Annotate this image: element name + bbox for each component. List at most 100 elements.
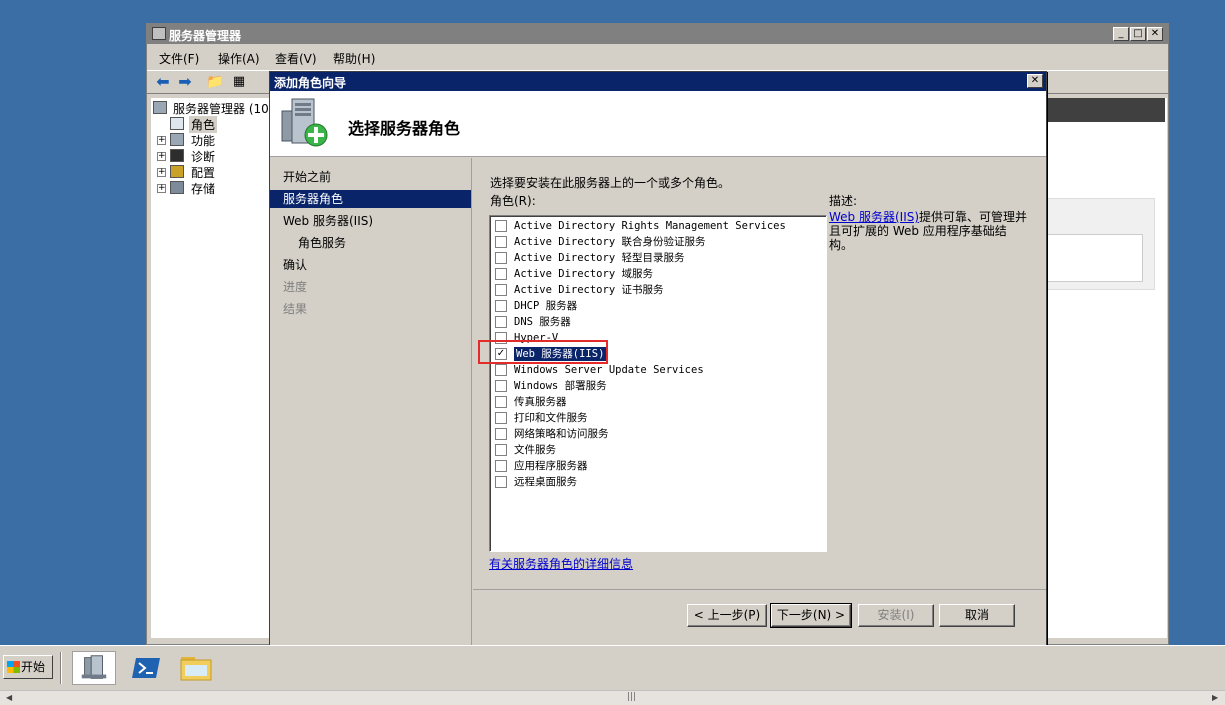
scroll-grip-icon[interactable]: ||| xyxy=(627,692,636,702)
role-checkbox[interactable] xyxy=(495,300,507,312)
highlight-annotation xyxy=(478,340,608,364)
server-manager-icon xyxy=(152,27,166,40)
description-body: Web 服务器(IIS)提供可靠、可管理并且可扩展的 Web 应用程序基础结构。 xyxy=(829,210,1029,252)
tree-item-storage[interactable]: + 存储 xyxy=(153,180,271,196)
expand-icon[interactable]: + xyxy=(157,184,166,193)
step-confirmation[interactable]: 确认 xyxy=(270,256,471,274)
server-roles-icon xyxy=(281,98,328,147)
show-hide-tree-icon[interactable]: ▦ xyxy=(229,74,249,92)
menu-help[interactable]: 帮助(H) xyxy=(333,50,375,67)
tree-item-diagnostics[interactable]: + 诊断 xyxy=(153,148,271,164)
menu-file[interactable]: 文件(F) xyxy=(159,50,199,67)
minimize-button[interactable]: _ xyxy=(1113,27,1129,41)
role-label: Windows 部署服务 xyxy=(514,380,607,392)
role-label: Active Directory 轻型目录服务 xyxy=(514,252,685,264)
wizard-header: 选择服务器角色 xyxy=(270,91,1046,157)
role-checkbox[interactable] xyxy=(495,380,507,392)
role-label: 远程桌面服务 xyxy=(514,476,577,488)
role-checkbox[interactable] xyxy=(495,476,507,488)
powershell-icon[interactable] xyxy=(124,651,168,685)
role-checkbox[interactable] xyxy=(495,364,507,376)
up-folder-icon[interactable]: 📁 xyxy=(205,74,225,92)
explorer-folder-icon[interactable] xyxy=(174,651,218,685)
wizard-footer: < 上一步(P) 下一步(N) > 安装(I) 取消 xyxy=(473,589,1046,646)
add-roles-wizard-dialog: 添加角色向导 ✕ 选择服务器角色 开始之前 服务器角色 Web 服务器(IIS)… xyxy=(269,71,1047,646)
role-label: DNS 服务器 xyxy=(514,316,571,328)
expand-icon[interactable]: + xyxy=(157,152,166,161)
maximize-button[interactable]: □ xyxy=(1130,27,1146,41)
roles-icon xyxy=(170,117,184,130)
taskbar: 开始 xyxy=(0,645,1225,690)
tree-item-label: 存储 xyxy=(191,182,216,196)
scroll-left-icon[interactable]: ◀ xyxy=(6,693,12,702)
menu-bar: 文件(F) 操作(A) 查看(V) 帮助(H) xyxy=(147,46,1168,68)
role-checkbox[interactable] xyxy=(495,412,507,424)
wizard-titlebar[interactable]: 添加角色向导 xyxy=(270,72,1046,91)
more-info-link[interactable]: 有关服务器角色的详细信息 xyxy=(489,555,633,572)
console-tree: 服务器管理器 (10 角色 + 功能 + 诊断 + 配置 + 存储 xyxy=(151,98,271,638)
expand-icon[interactable]: + xyxy=(157,168,166,177)
role-label: Active Directory 证书服务 xyxy=(514,284,664,296)
wizard-title: 添加角色向导 xyxy=(274,76,347,90)
tree-item-configuration[interactable]: + 配置 xyxy=(153,164,271,180)
role-checkbox[interactable] xyxy=(495,284,507,296)
tree-item-features[interactable]: + 功能 xyxy=(153,132,271,148)
tree-item-label: 角色 xyxy=(189,116,218,133)
step-progress: 进度 xyxy=(283,280,308,294)
description-link[interactable]: Web 服务器(IIS) xyxy=(829,210,919,224)
step-web-server-iis[interactable]: Web 服务器(IIS) xyxy=(270,212,471,230)
tree-item-label: 诊断 xyxy=(191,150,216,164)
server-manager-titlebar[interactable]: 服务器管理器 _ □ ✕ xyxy=(147,24,1168,44)
details-header-bar xyxy=(1047,98,1165,122)
intro-text: 选择要安装在此服务器上的一个或多个角色。 xyxy=(490,176,731,190)
role-label: Active Directory 域服务 xyxy=(514,268,653,280)
role-checkbox[interactable] xyxy=(495,252,507,264)
tree-item-label: 配置 xyxy=(191,166,216,180)
close-button[interactable]: ✕ xyxy=(1147,27,1163,41)
next-button[interactable]: 下一步(N) > xyxy=(770,603,852,628)
start-label: 开始 xyxy=(21,660,46,674)
role-checkbox[interactable] xyxy=(495,444,507,456)
server-manager-task-icon[interactable] xyxy=(72,651,116,685)
menu-action[interactable]: 操作(A) xyxy=(218,50,260,67)
taskbar-separator xyxy=(60,652,62,684)
step-server-roles[interactable]: 服务器角色 xyxy=(270,190,471,208)
tree-item-roles[interactable]: 角色 xyxy=(153,116,271,133)
windows-logo-icon xyxy=(7,661,20,673)
role-label: 网络策略和访问服务 xyxy=(514,428,609,440)
tree-root[interactable]: 服务器管理器 (10 xyxy=(153,100,271,116)
horizontal-scrollbar[interactable]: ◀ ||| ▶ xyxy=(0,690,1225,705)
role-checkbox[interactable] xyxy=(495,428,507,440)
role-checkbox[interactable] xyxy=(495,236,507,248)
role-checkbox[interactable] xyxy=(495,460,507,472)
diagnostics-icon xyxy=(170,149,184,162)
details-pane xyxy=(1047,98,1167,638)
expand-icon[interactable]: + xyxy=(157,136,166,145)
cancel-button[interactable]: 取消 xyxy=(939,604,1015,627)
step-results: 结果 xyxy=(283,302,308,316)
role-label: 传真服务器 xyxy=(514,396,567,408)
roles-listbox[interactable]: Active Directory Rights Management Servi… xyxy=(489,215,827,552)
back-arrow-icon[interactable]: ⬅ xyxy=(153,74,173,92)
menu-view[interactable]: 查看(V) xyxy=(275,50,317,67)
role-label: Active Directory Rights Management Servi… xyxy=(514,220,786,232)
role-checkbox[interactable] xyxy=(495,396,507,408)
step-role-services[interactable]: 角色服务 xyxy=(270,234,471,252)
roles-label: 角色(R): xyxy=(490,194,536,208)
tree-root-label: 服务器管理器 (10 xyxy=(173,102,269,116)
start-button[interactable]: 开始 xyxy=(3,655,53,679)
tree-item-label: 功能 xyxy=(191,134,216,148)
role-checkbox[interactable] xyxy=(495,220,507,232)
storage-icon xyxy=(170,181,184,194)
role-checkbox[interactable] xyxy=(495,316,507,328)
wizard-close-button[interactable]: ✕ xyxy=(1027,74,1043,88)
step-before-you-begin[interactable]: 开始之前 xyxy=(270,168,471,186)
scroll-right-icon[interactable]: ▶ xyxy=(1212,693,1218,702)
install-button: 安装(I) xyxy=(858,604,934,627)
role-label: Active Directory 联合身份验证服务 xyxy=(514,236,706,248)
role-checkbox[interactable] xyxy=(495,268,507,280)
details-subpanel xyxy=(1047,234,1143,282)
back-button[interactable]: < 上一步(P) xyxy=(687,604,767,627)
description-title: 描述: xyxy=(829,194,858,208)
forward-arrow-icon[interactable]: ➡ xyxy=(175,74,195,92)
